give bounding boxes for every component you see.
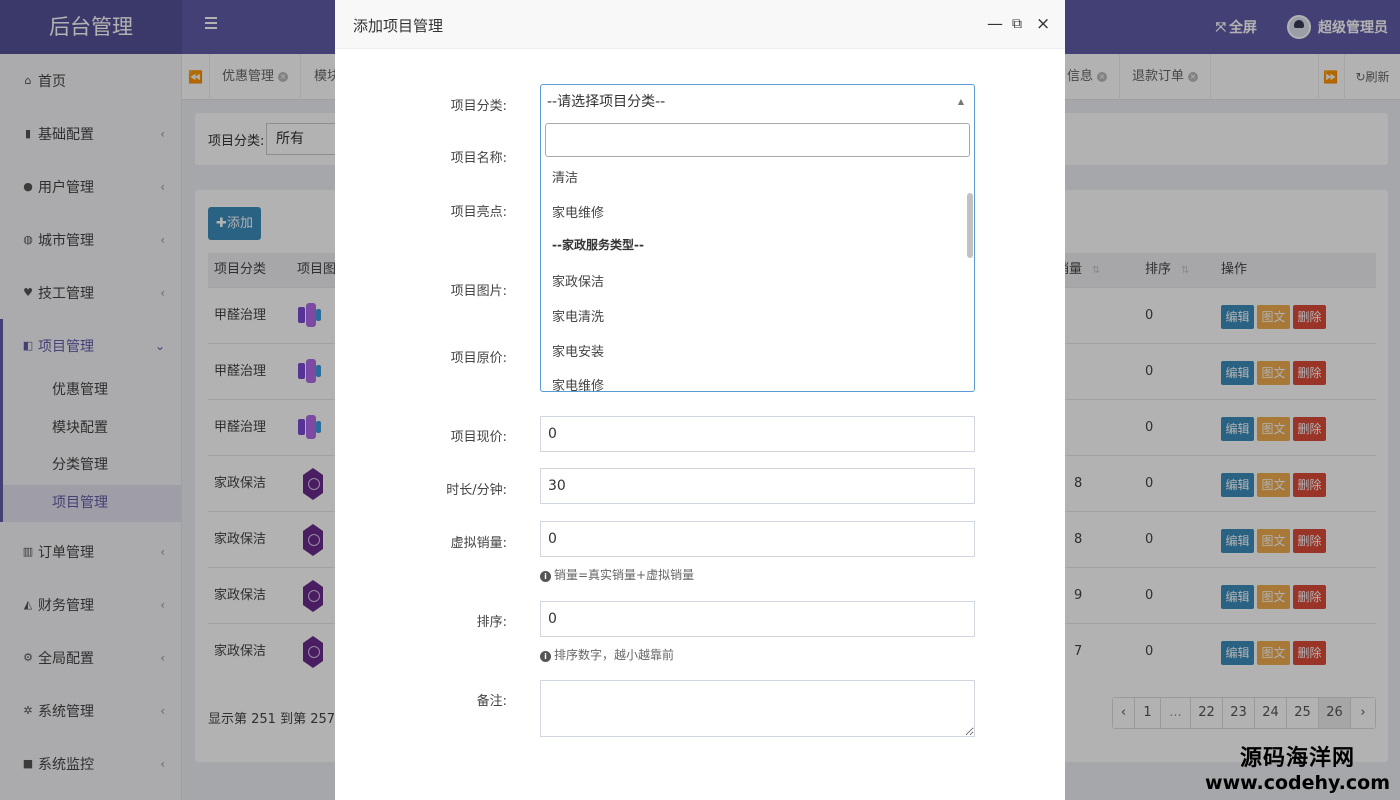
label-original-price: 项目原价: bbox=[450, 351, 507, 366]
dropdown-option[interactable]: 清洁 bbox=[552, 167, 578, 186]
label-name: 项目名称: bbox=[450, 151, 507, 166]
sort-help: i 排序数字，越小越靠前 bbox=[540, 646, 674, 663]
maximize-icon[interactable]: ⧉ bbox=[1012, 14, 1022, 34]
remark-textarea[interactable] bbox=[540, 680, 975, 737]
label-image: 项目图片: bbox=[450, 284, 507, 299]
add-project-dialog: 添加项目管理 — ⧉ × 项目分类: 项目名称: 项目亮点: 项目图片: 项目原… bbox=[335, 0, 1065, 800]
label-duration: 时长/分钟: bbox=[446, 483, 507, 498]
info-icon: i bbox=[540, 651, 551, 662]
dropdown-option[interactable]: 家电安装 bbox=[552, 341, 604, 360]
watermark-title: 源码海洋网 bbox=[1240, 746, 1356, 771]
virtual-sales-input[interactable] bbox=[540, 521, 975, 557]
label-category: 项目分类: bbox=[450, 99, 507, 114]
category-select[interactable]: --请选择项目分类-- ▲ bbox=[540, 84, 975, 120]
caret-up-icon: ▲ bbox=[957, 97, 964, 106]
help-text: 排序数字，越小越靠前 bbox=[554, 648, 675, 662]
label-current-price: 项目现价: bbox=[450, 430, 507, 445]
help-text: 销量=真实销量+虚拟销量 bbox=[554, 568, 695, 582]
close-icon[interactable]: × bbox=[1036, 14, 1050, 34]
label-highlight: 项目亮点: bbox=[450, 205, 507, 220]
info-icon: i bbox=[540, 571, 551, 582]
watermark-url: www.codehy.com bbox=[1205, 772, 1390, 794]
select-value: --请选择项目分类-- bbox=[547, 94, 666, 110]
watermark: 源码海洋网 www.codehy.com bbox=[1205, 740, 1390, 794]
dropdown-search-input[interactable] bbox=[545, 123, 970, 157]
current-price-input[interactable] bbox=[540, 416, 975, 452]
dropdown-option[interactable]: 家政保洁 bbox=[552, 271, 604, 290]
dialog-title: 添加项目管理 bbox=[353, 17, 444, 35]
dropdown-option[interactable]: 家电维修 bbox=[552, 375, 604, 394]
sales-help: i 销量=真实销量+虚拟销量 bbox=[540, 566, 694, 583]
dialog-header: 添加项目管理 — ⧉ × bbox=[335, 0, 1065, 49]
dropdown-scrollbar[interactable] bbox=[967, 193, 973, 258]
dropdown-option[interactable]: 家电清洗 bbox=[552, 306, 604, 325]
minimize-icon[interactable]: — bbox=[987, 14, 1003, 34]
dropdown-optgroup: --家政服务类型-- bbox=[552, 238, 644, 253]
label-remark: 备注: bbox=[476, 694, 507, 709]
dropdown-option[interactable]: 家电维修 bbox=[552, 202, 604, 221]
label-sort: 排序: bbox=[476, 615, 507, 630]
sort-input[interactable] bbox=[540, 601, 975, 637]
category-dropdown: 清洁 家电维修 --家政服务类型-- 家政保洁 家电清洗 家电安装 家电维修 bbox=[540, 119, 975, 394]
label-virtual-sales: 虚拟销量: bbox=[450, 536, 507, 551]
duration-input[interactable] bbox=[540, 468, 975, 504]
